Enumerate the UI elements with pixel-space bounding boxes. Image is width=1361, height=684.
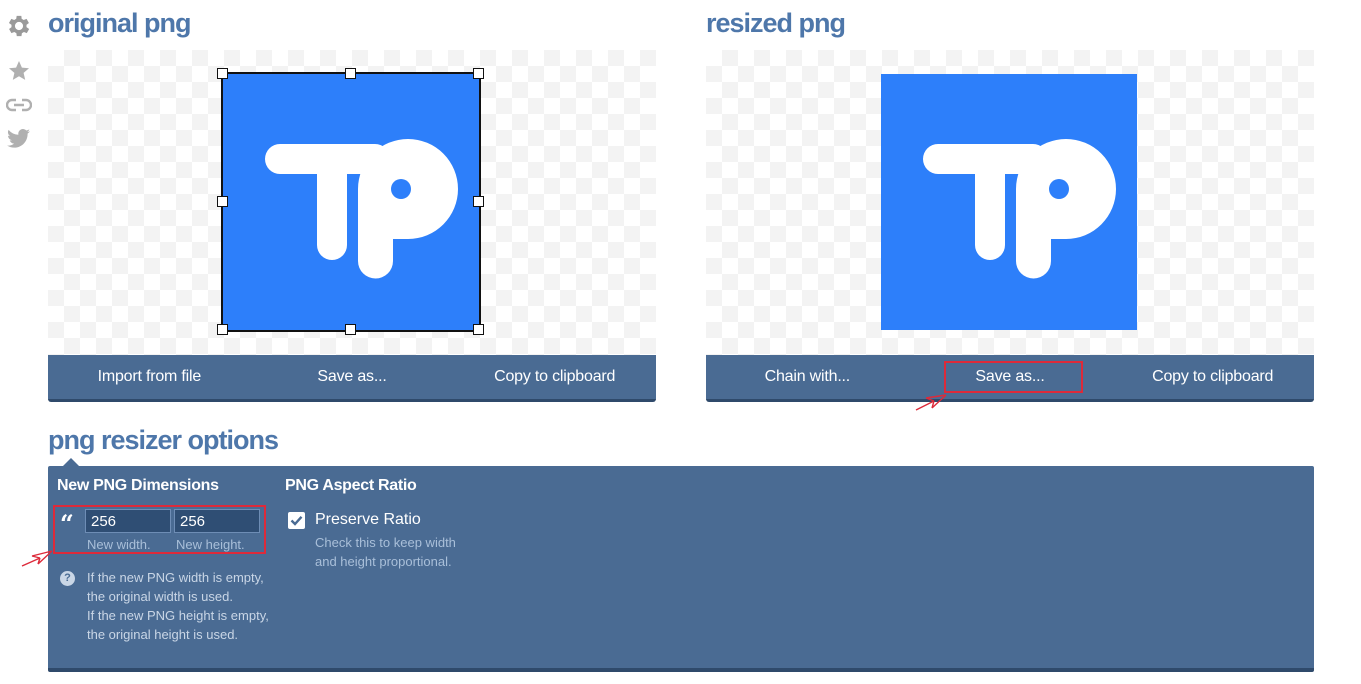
resize-handle[interactable] <box>217 324 228 335</box>
preserve-ratio-label[interactable]: Preserve Ratio <box>315 511 421 529</box>
star-icon[interactable] <box>4 56 34 86</box>
tp-logo-icon <box>923 139 1116 279</box>
resize-handle[interactable] <box>473 196 484 207</box>
import-from-file-button[interactable]: Import from file <box>48 368 251 386</box>
gear-icon[interactable] <box>4 11 34 41</box>
twitter-icon[interactable] <box>4 124 34 154</box>
annotation-arrow-icon <box>21 550 53 567</box>
resize-handle[interactable] <box>345 324 356 335</box>
resize-handle[interactable] <box>345 68 356 79</box>
tp-logo-icon <box>265 139 458 279</box>
annotation-arrow-icon <box>915 394 947 411</box>
resized-title: resized png <box>706 8 846 38</box>
original-preview <box>48 50 656 355</box>
original-image[interactable] <box>217 68 484 335</box>
help-line: the original width is used. <box>87 589 233 604</box>
help-line: and height proportional. <box>315 554 452 569</box>
resize-handle[interactable] <box>473 68 484 79</box>
dimensions-help: If the new PNG width is empty, the origi… <box>87 568 269 644</box>
options-title: png resizer options <box>48 425 279 455</box>
resize-handle[interactable] <box>473 324 484 335</box>
copy-to-clipboard-button[interactable]: Copy to clipboard <box>1111 368 1314 386</box>
help-icon: ? <box>60 571 75 586</box>
help-line: the original height is used. <box>87 627 239 642</box>
copy-to-clipboard-button[interactable]: Copy to clipboard <box>453 368 656 386</box>
help-line: If the new PNG width is empty, <box>87 570 264 585</box>
aspect-heading: PNG Aspect Ratio <box>285 477 417 494</box>
help-line: Check this to keep width <box>315 535 456 550</box>
dimensions-heading: New PNG Dimensions <box>57 477 219 494</box>
help-line: If the new PNG height is empty, <box>87 608 269 623</box>
original-toolbar: Import from file Save as... Copy to clip… <box>48 355 656 402</box>
resize-handle[interactable] <box>217 196 228 207</box>
options-panel: New PNG Dimensions “ New width. New heig… <box>48 466 1314 672</box>
annotation-highlight-box <box>53 505 266 554</box>
resize-handle[interactable] <box>217 68 228 79</box>
preserve-ratio-checkbox[interactable] <box>288 512 305 529</box>
aspect-help: Check this to keep width and height prop… <box>315 533 456 571</box>
resized-image <box>881 74 1137 330</box>
save-as-button[interactable]: Save as... <box>251 368 454 386</box>
link-icon[interactable] <box>4 90 34 120</box>
check-icon <box>290 515 303 526</box>
resized-preview <box>706 50 1314 355</box>
chain-with-button[interactable]: Chain with... <box>706 368 909 386</box>
annotation-highlight-box <box>944 361 1083 393</box>
original-title: original png <box>48 8 191 38</box>
